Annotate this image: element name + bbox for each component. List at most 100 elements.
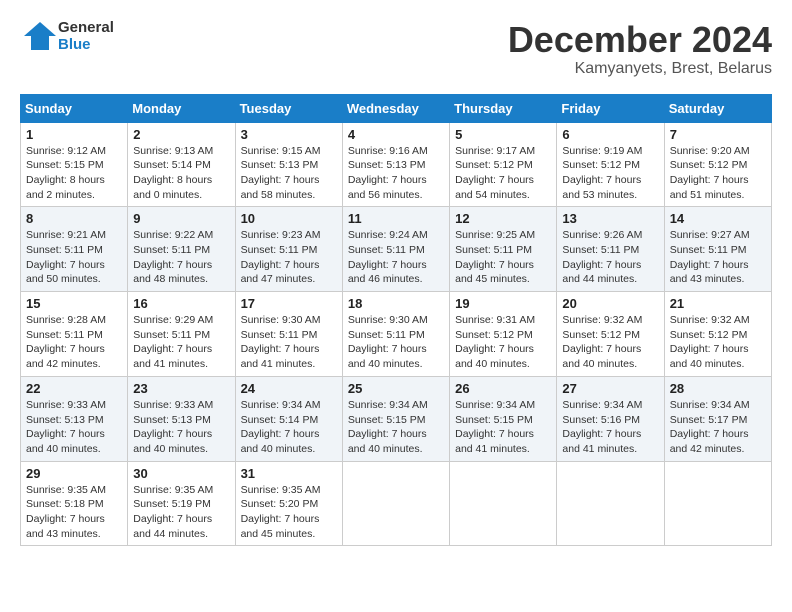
week-row-3: 15 Sunrise: 9:28 AM Sunset: 5:11 PM Dayl… bbox=[21, 292, 772, 377]
day-header-row: Sunday Monday Tuesday Wednesday Thursday… bbox=[21, 94, 772, 122]
calendar-cell: 11 Sunrise: 9:24 AM Sunset: 5:11 PM Dayl… bbox=[342, 207, 449, 292]
calendar-cell: 20 Sunrise: 9:32 AM Sunset: 5:12 PM Dayl… bbox=[557, 292, 664, 377]
week-row-5: 29 Sunrise: 9:35 AM Sunset: 5:18 PM Dayl… bbox=[21, 461, 772, 546]
day-number: 25 bbox=[348, 381, 444, 396]
calendar-cell: 29 Sunrise: 9:35 AM Sunset: 5:18 PM Dayl… bbox=[21, 461, 128, 546]
day-info: Sunrise: 9:34 AM Sunset: 5:14 PM Dayligh… bbox=[241, 398, 337, 457]
day-number: 13 bbox=[562, 211, 658, 226]
day-info: Sunrise: 9:22 AM Sunset: 5:11 PM Dayligh… bbox=[133, 228, 229, 287]
calendar-cell: 2 Sunrise: 9:13 AM Sunset: 5:14 PM Dayli… bbox=[128, 122, 235, 207]
calendar-table: Sunday Monday Tuesday Wednesday Thursday… bbox=[20, 94, 772, 547]
day-number: 19 bbox=[455, 296, 551, 311]
day-info: Sunrise: 9:25 AM Sunset: 5:11 PM Dayligh… bbox=[455, 228, 551, 287]
day-number: 28 bbox=[670, 381, 766, 396]
header-wednesday: Wednesday bbox=[342, 94, 449, 122]
calendar-cell: 10 Sunrise: 9:23 AM Sunset: 5:11 PM Dayl… bbox=[235, 207, 342, 292]
calendar-cell: 7 Sunrise: 9:20 AM Sunset: 5:12 PM Dayli… bbox=[664, 122, 771, 207]
day-info: Sunrise: 9:21 AM Sunset: 5:11 PM Dayligh… bbox=[26, 228, 122, 287]
day-info: Sunrise: 9:13 AM Sunset: 5:14 PM Dayligh… bbox=[133, 144, 229, 203]
calendar-cell: 13 Sunrise: 9:26 AM Sunset: 5:11 PM Dayl… bbox=[557, 207, 664, 292]
calendar-cell: 24 Sunrise: 9:34 AM Sunset: 5:14 PM Dayl… bbox=[235, 376, 342, 461]
day-number: 17 bbox=[241, 296, 337, 311]
calendar-cell: 4 Sunrise: 9:16 AM Sunset: 5:13 PM Dayli… bbox=[342, 122, 449, 207]
day-info: Sunrise: 9:34 AM Sunset: 5:16 PM Dayligh… bbox=[562, 398, 658, 457]
calendar-cell bbox=[557, 461, 664, 546]
day-number: 23 bbox=[133, 381, 229, 396]
day-number: 2 bbox=[133, 127, 229, 142]
day-number: 22 bbox=[26, 381, 122, 396]
day-info: Sunrise: 9:15 AM Sunset: 5:13 PM Dayligh… bbox=[241, 144, 337, 203]
calendar-cell: 16 Sunrise: 9:29 AM Sunset: 5:11 PM Dayl… bbox=[128, 292, 235, 377]
week-row-4: 22 Sunrise: 9:33 AM Sunset: 5:13 PM Dayl… bbox=[21, 376, 772, 461]
day-number: 5 bbox=[455, 127, 551, 142]
calendar-cell: 19 Sunrise: 9:31 AM Sunset: 5:12 PM Dayl… bbox=[450, 292, 557, 377]
day-number: 24 bbox=[241, 381, 337, 396]
calendar-cell: 5 Sunrise: 9:17 AM Sunset: 5:12 PM Dayli… bbox=[450, 122, 557, 207]
header-friday: Friday bbox=[557, 94, 664, 122]
calendar-cell: 17 Sunrise: 9:30 AM Sunset: 5:11 PM Dayl… bbox=[235, 292, 342, 377]
day-number: 11 bbox=[348, 211, 444, 226]
header-tuesday: Tuesday bbox=[235, 94, 342, 122]
day-number: 4 bbox=[348, 127, 444, 142]
day-info: Sunrise: 9:20 AM Sunset: 5:12 PM Dayligh… bbox=[670, 144, 766, 203]
day-number: 18 bbox=[348, 296, 444, 311]
calendar-cell: 9 Sunrise: 9:22 AM Sunset: 5:11 PM Dayli… bbox=[128, 207, 235, 292]
calendar-cell: 18 Sunrise: 9:30 AM Sunset: 5:11 PM Dayl… bbox=[342, 292, 449, 377]
title-section: December 2024 Kamyanyets, Brest, Belarus bbox=[508, 20, 772, 78]
header-thursday: Thursday bbox=[450, 94, 557, 122]
day-info: Sunrise: 9:35 AM Sunset: 5:18 PM Dayligh… bbox=[26, 483, 122, 542]
day-info: Sunrise: 9:12 AM Sunset: 5:15 PM Dayligh… bbox=[26, 144, 122, 203]
day-number: 9 bbox=[133, 211, 229, 226]
day-number: 31 bbox=[241, 466, 337, 481]
day-number: 8 bbox=[26, 211, 122, 226]
day-info: Sunrise: 9:26 AM Sunset: 5:11 PM Dayligh… bbox=[562, 228, 658, 287]
day-number: 10 bbox=[241, 211, 337, 226]
header-sunday: Sunday bbox=[21, 94, 128, 122]
calendar-cell: 21 Sunrise: 9:32 AM Sunset: 5:12 PM Dayl… bbox=[664, 292, 771, 377]
calendar-cell bbox=[450, 461, 557, 546]
calendar-cell: 30 Sunrise: 9:35 AM Sunset: 5:19 PM Dayl… bbox=[128, 461, 235, 546]
week-row-1: 1 Sunrise: 9:12 AM Sunset: 5:15 PM Dayli… bbox=[21, 122, 772, 207]
day-info: Sunrise: 9:33 AM Sunset: 5:13 PM Dayligh… bbox=[133, 398, 229, 457]
day-number: 26 bbox=[455, 381, 551, 396]
logo: General Blue bbox=[20, 20, 114, 53]
day-number: 3 bbox=[241, 127, 337, 142]
day-number: 27 bbox=[562, 381, 658, 396]
day-info: Sunrise: 9:17 AM Sunset: 5:12 PM Dayligh… bbox=[455, 144, 551, 203]
calendar-cell: 31 Sunrise: 9:35 AM Sunset: 5:20 PM Dayl… bbox=[235, 461, 342, 546]
day-number: 21 bbox=[670, 296, 766, 311]
calendar-cell: 26 Sunrise: 9:34 AM Sunset: 5:15 PM Dayl… bbox=[450, 376, 557, 461]
calendar-cell: 1 Sunrise: 9:12 AM Sunset: 5:15 PM Dayli… bbox=[21, 122, 128, 207]
day-number: 6 bbox=[562, 127, 658, 142]
day-number: 29 bbox=[26, 466, 122, 481]
day-info: Sunrise: 9:19 AM Sunset: 5:12 PM Dayligh… bbox=[562, 144, 658, 203]
day-info: Sunrise: 9:32 AM Sunset: 5:12 PM Dayligh… bbox=[562, 313, 658, 372]
day-info: Sunrise: 9:30 AM Sunset: 5:11 PM Dayligh… bbox=[241, 313, 337, 372]
week-row-2: 8 Sunrise: 9:21 AM Sunset: 5:11 PM Dayli… bbox=[21, 207, 772, 292]
calendar-cell: 14 Sunrise: 9:27 AM Sunset: 5:11 PM Dayl… bbox=[664, 207, 771, 292]
calendar-cell: 15 Sunrise: 9:28 AM Sunset: 5:11 PM Dayl… bbox=[21, 292, 128, 377]
day-number: 7 bbox=[670, 127, 766, 142]
calendar-cell: 23 Sunrise: 9:33 AM Sunset: 5:13 PM Dayl… bbox=[128, 376, 235, 461]
day-info: Sunrise: 9:30 AM Sunset: 5:11 PM Dayligh… bbox=[348, 313, 444, 372]
calendar-cell: 12 Sunrise: 9:25 AM Sunset: 5:11 PM Dayl… bbox=[450, 207, 557, 292]
day-info: Sunrise: 9:28 AM Sunset: 5:11 PM Dayligh… bbox=[26, 313, 122, 372]
day-info: Sunrise: 9:16 AM Sunset: 5:13 PM Dayligh… bbox=[348, 144, 444, 203]
calendar-cell: 25 Sunrise: 9:34 AM Sunset: 5:15 PM Dayl… bbox=[342, 376, 449, 461]
calendar-cell: 22 Sunrise: 9:33 AM Sunset: 5:13 PM Dayl… bbox=[21, 376, 128, 461]
month-title: December 2024 bbox=[508, 20, 772, 60]
header-monday: Monday bbox=[128, 94, 235, 122]
day-info: Sunrise: 9:34 AM Sunset: 5:15 PM Dayligh… bbox=[455, 398, 551, 457]
day-info: Sunrise: 9:34 AM Sunset: 5:17 PM Dayligh… bbox=[670, 398, 766, 457]
day-info: Sunrise: 9:27 AM Sunset: 5:11 PM Dayligh… bbox=[670, 228, 766, 287]
calendar-cell: 3 Sunrise: 9:15 AM Sunset: 5:13 PM Dayli… bbox=[235, 122, 342, 207]
day-info: Sunrise: 9:35 AM Sunset: 5:19 PM Dayligh… bbox=[133, 483, 229, 542]
day-number: 15 bbox=[26, 296, 122, 311]
day-info: Sunrise: 9:35 AM Sunset: 5:20 PM Dayligh… bbox=[241, 483, 337, 542]
calendar-cell bbox=[664, 461, 771, 546]
header-saturday: Saturday bbox=[664, 94, 771, 122]
day-info: Sunrise: 9:34 AM Sunset: 5:15 PM Dayligh… bbox=[348, 398, 444, 457]
day-number: 1 bbox=[26, 127, 122, 142]
calendar-cell bbox=[342, 461, 449, 546]
day-number: 16 bbox=[133, 296, 229, 311]
